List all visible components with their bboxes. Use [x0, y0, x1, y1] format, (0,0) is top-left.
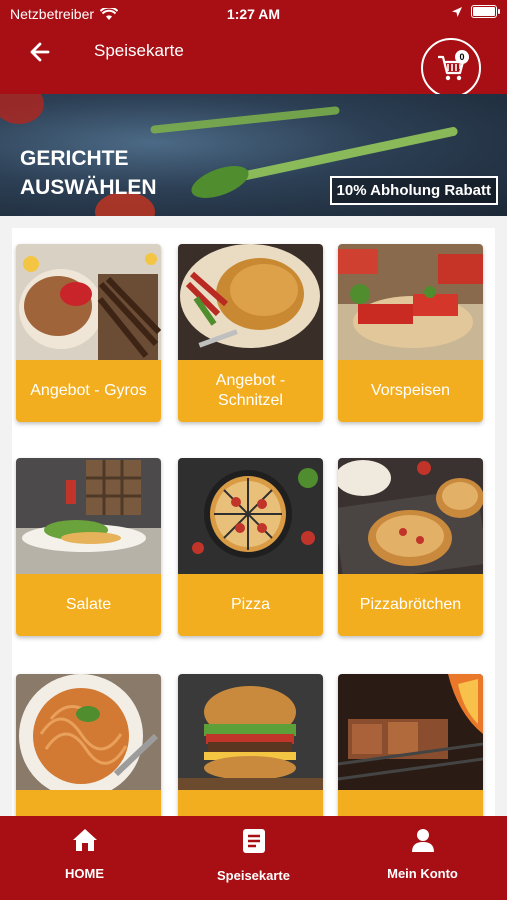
nav-menu[interactable]: Speisekarte — [169, 816, 338, 900]
burger-image — [178, 674, 323, 790]
nav-account-label: Mein Konto — [387, 866, 458, 881]
category-label — [16, 790, 161, 816]
pasta-image — [16, 674, 161, 790]
category-label: Angebot - Gyros — [16, 360, 161, 422]
status-bar: Netzbetreiber 1:27 AM — [0, 0, 507, 28]
category-grid: Angebot - Gyros Angebot - Schnitzel Vors… — [0, 216, 507, 816]
menu-list-icon — [242, 829, 265, 853]
banner-heading: GERICHTE AUSWÄHLEN — [20, 144, 220, 202]
category-card-pasta[interactable] — [16, 674, 161, 816]
user-icon — [411, 829, 434, 852]
nav-account[interactable]: Mein Konto — [338, 816, 507, 900]
status-right — [451, 5, 500, 18]
nav-home-label: HOME — [65, 866, 104, 881]
nav-menu-label: Speisekarte — [217, 868, 290, 883]
category-card-pizzabroetchen[interactable]: Pizzabrötchen — [338, 458, 483, 636]
pizzabroetchen-image — [338, 458, 483, 574]
category-card-grill[interactable] — [338, 674, 483, 816]
category-card-burger[interactable] — [178, 674, 323, 816]
schnitzel-image — [178, 244, 323, 360]
category-label — [178, 790, 323, 816]
banner-heading-line1: GERICHTE — [20, 147, 129, 170]
page-title: Speisekarte — [94, 41, 184, 60]
category-label — [338, 790, 483, 816]
category-card-salate[interactable]: Salate — [16, 458, 161, 636]
banner-decoration — [0, 94, 44, 124]
salate-image — [16, 458, 161, 574]
vorspeisen-image — [338, 244, 483, 360]
category-card-vorspeisen[interactable]: Vorspeisen — [338, 244, 483, 422]
pizza-image — [178, 458, 323, 574]
cart-button[interactable]: 0 — [421, 38, 481, 98]
location-arrow-icon — [452, 6, 462, 17]
banner-decoration — [150, 106, 340, 134]
category-label: Pizzabrötchen — [338, 574, 483, 636]
back-arrow-icon[interactable] — [26, 38, 54, 66]
banner-decoration — [231, 126, 459, 183]
bottom-navigation: HOME Speisekarte Mein Konto — [0, 816, 507, 900]
promo-banner: GERICHTE AUSWÄHLEN 10% Abholung Rabatt — [0, 94, 507, 216]
app-header: Netzbetreiber 1:27 AM Speisekarte 0 — [0, 0, 507, 98]
category-card-schnitzel[interactable]: Angebot - Schnitzel — [178, 244, 323, 422]
home-icon — [72, 829, 97, 851]
category-card-gyros[interactable]: Angebot - Gyros — [16, 244, 161, 422]
grill-image — [338, 674, 483, 790]
nav-home[interactable]: HOME — [0, 816, 169, 900]
category-label: Vorspeisen — [338, 360, 483, 422]
category-grid-panel: Angebot - Gyros Angebot - Schnitzel Vors… — [12, 228, 495, 816]
category-label: Pizza — [178, 574, 323, 636]
gyros-image — [16, 244, 161, 360]
status-time: 1:27 AM — [226, 6, 281, 22]
category-card-pizza[interactable]: Pizza — [178, 458, 323, 636]
category-label: Angebot - Schnitzel — [178, 360, 323, 422]
category-label: Salate — [16, 574, 161, 636]
battery-icon — [471, 5, 500, 18]
discount-badge: 10% Abholung Rabatt — [329, 176, 498, 205]
banner-heading-line2: AUSWÄHLEN — [20, 176, 157, 199]
cart-count-badge: 0 — [455, 50, 469, 64]
